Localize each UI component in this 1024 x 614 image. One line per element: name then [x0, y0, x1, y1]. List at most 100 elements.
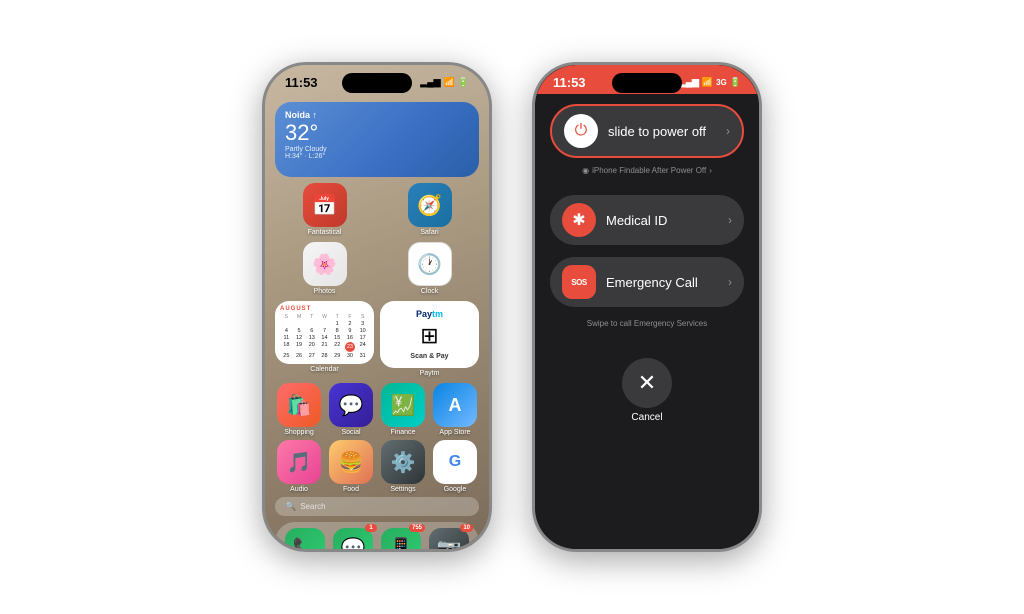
- calendar-days: 123 45678910 11121314151617 181920212223…: [280, 321, 369, 359]
- clock-label: Clock: [421, 288, 439, 295]
- fantastical-label: Fantastical: [308, 229, 342, 236]
- medical-id-icon: ✱: [562, 203, 596, 237]
- chevron-right-emergency: ›: [728, 275, 732, 289]
- dock-phone[interactable]: 📞: [285, 528, 325, 549]
- emergency-call-slider[interactable]: SOS Emergency Call ›: [550, 257, 744, 307]
- chevron-right-medical: ›: [728, 213, 732, 227]
- chevron-right-icon: ›: [726, 124, 730, 138]
- phone-2: 11:53 ▂▄▆ 📶 3G 🔋 ⏻ slide to power off › …: [532, 62, 762, 552]
- swipe-hint-text: Swipe to call Emergency Services: [550, 319, 744, 328]
- app-photos[interactable]: 🌸 Photos: [275, 242, 374, 295]
- calendar-widget[interactable]: AUGUST SMTWTFS 123 45678910 111213141516…: [275, 301, 374, 377]
- sos-icon: SOS: [562, 265, 596, 299]
- paytm-app-label: Paytm: [380, 370, 479, 377]
- dynamic-island-2: [612, 73, 682, 93]
- dock: 📞 💬 1 📱 755 📷 1: [275, 522, 479, 549]
- messages-badge: 1: [365, 524, 377, 532]
- status-time: 11:53: [285, 75, 318, 90]
- dynamic-island: [342, 73, 412, 93]
- widget-row: AUGUST SMTWTFS 123 45678910 111213141516…: [275, 301, 479, 377]
- power-button-right[interactable]: [489, 240, 492, 295]
- battery-icon-2: 🔋: [730, 77, 741, 88]
- app-finance[interactable]: 💹 Finance: [379, 383, 427, 436]
- findable-text: ◉ iPhone Findable After Power Off ›: [550, 166, 744, 175]
- app-google[interactable]: G Google: [431, 440, 479, 493]
- power-button-icon: ⏻: [564, 114, 598, 148]
- slide-power-off-slider[interactable]: ⏻ slide to power off ›: [550, 104, 744, 158]
- signal-icon: ▂▄▆: [420, 77, 440, 88]
- phone-icon: 📞: [285, 528, 325, 549]
- google-icon: G: [433, 440, 477, 484]
- shopping-label: Shopping: [284, 429, 314, 436]
- fantastical-icon: 📅: [303, 183, 347, 227]
- cancel-label: Cancel: [631, 412, 662, 423]
- photos-icon: 🌸: [303, 242, 347, 286]
- food-icon: 🍔: [329, 440, 373, 484]
- paytm-widget-wrap[interactable]: Paytm ⊞ Scan & Pay Paytm: [380, 301, 479, 377]
- paytm-logo: Paytm: [416, 309, 443, 319]
- messages-icon: 💬 1: [333, 528, 373, 549]
- app-food[interactable]: 🍔 Food: [327, 440, 375, 493]
- status-time-2: 11:53: [553, 75, 586, 90]
- search-bar[interactable]: 🔍 Search: [275, 497, 479, 516]
- wifi-icon: 📶: [444, 77, 455, 88]
- cancel-button-wrap: ✕ Cancel: [550, 358, 744, 423]
- medical-id-label: Medical ID: [606, 213, 667, 228]
- whatsapp-badge: 755: [409, 524, 425, 532]
- top-app-grid: 📅 Fantastical 🧭 Safari 🌸 Photos 🕐 Clock: [275, 183, 479, 295]
- settings-label: Settings: [390, 486, 415, 493]
- shopping-icon: 🛍️: [277, 383, 321, 427]
- search-icon: 🔍: [285, 501, 296, 512]
- medical-id-slider[interactable]: ✱ Medical ID ›: [550, 195, 744, 245]
- battery-icon: 🔋: [458, 77, 469, 88]
- qr-icon: ⊞: [420, 323, 438, 349]
- dock-messages[interactable]: 💬 1: [333, 528, 373, 549]
- appstore-label: App Store: [439, 429, 470, 436]
- status-icons: ▂▄▆ 📶 🔋: [420, 77, 469, 88]
- paytm-logo-accent: tm: [432, 309, 443, 319]
- whatsapp-icon: 📱 755: [381, 528, 421, 549]
- app-appstore[interactable]: A App Store: [431, 383, 479, 436]
- emergency-call-label: Emergency Call: [606, 275, 698, 290]
- calendar-widget-inner: AUGUST SMTWTFS 123 45678910 111213141516…: [275, 301, 374, 364]
- calendar-month: AUGUST: [280, 306, 369, 312]
- app-settings[interactable]: ⚙️ Settings: [379, 440, 427, 493]
- power-off-content: ⏻ slide to power off › ◉ iPhone Findable…: [535, 94, 759, 433]
- google-label: Google: [444, 486, 467, 493]
- audio-icon: 🎵: [277, 440, 321, 484]
- dock-camera[interactable]: 📷 10: [429, 528, 469, 549]
- app-shopping[interactable]: 🛍️ Shopping: [275, 383, 323, 436]
- safari-label: Safari: [420, 229, 438, 236]
- weather-hi-lo: H:34° · L:26°: [285, 153, 469, 160]
- weather-desc: Partly Cloudy: [285, 146, 469, 153]
- app-clock[interactable]: 🕐 Clock: [380, 242, 479, 295]
- power-off-screen: 11:53 ▂▄▆ 📶 3G 🔋 ⏻ slide to power off › …: [535, 65, 759, 549]
- bottom-app-grid-1: 🛍️ Shopping 💬 Social 💹 Finance A App Sto…: [275, 383, 479, 436]
- chevron-right-findable: ›: [709, 166, 712, 175]
- app-safari[interactable]: 🧭 Safari: [380, 183, 479, 236]
- appstore-icon: A: [433, 383, 477, 427]
- calendar-days-header: SMTWTFS: [280, 314, 369, 320]
- calendar-app-label: Calendar: [275, 366, 374, 373]
- airtag-icon: ◉: [582, 166, 589, 175]
- wifi-icon-2: 📶: [702, 77, 713, 88]
- slide-power-off-label: slide to power off: [608, 124, 706, 139]
- app-social[interactable]: 💬 Social: [327, 383, 375, 436]
- search-label: Search: [300, 502, 325, 511]
- camera-badge: 10: [460, 524, 473, 532]
- food-label: Food: [343, 486, 359, 493]
- home-screen: 11:53 ▂▄▆ 📶 🔋 Noida ↑ 32° Partly Cloudy …: [265, 65, 489, 549]
- finance-icon: 💹: [381, 383, 425, 427]
- dock-whatsapp[interactable]: 📱 755: [381, 528, 421, 549]
- network-icon: 3G: [716, 78, 727, 87]
- cancel-button[interactable]: ✕: [622, 358, 672, 408]
- clock-icon: 🕐: [408, 242, 452, 286]
- volume-button-left[interactable]: [262, 205, 265, 255]
- camera-icon: 📷 10: [429, 528, 469, 549]
- weather-city: Noida ↑: [285, 110, 469, 120]
- app-fantastical[interactable]: 📅 Fantastical: [275, 183, 374, 236]
- phone-1: 11:53 ▂▄▆ 📶 🔋 Noida ↑ 32° Partly Cloudy …: [262, 62, 492, 552]
- paytm-sub-label: Scan & Pay: [410, 353, 448, 360]
- weather-widget[interactable]: Noida ↑ 32° Partly Cloudy H:34° · L:26°: [275, 102, 479, 177]
- app-audio[interactable]: 🎵 Audio: [275, 440, 323, 493]
